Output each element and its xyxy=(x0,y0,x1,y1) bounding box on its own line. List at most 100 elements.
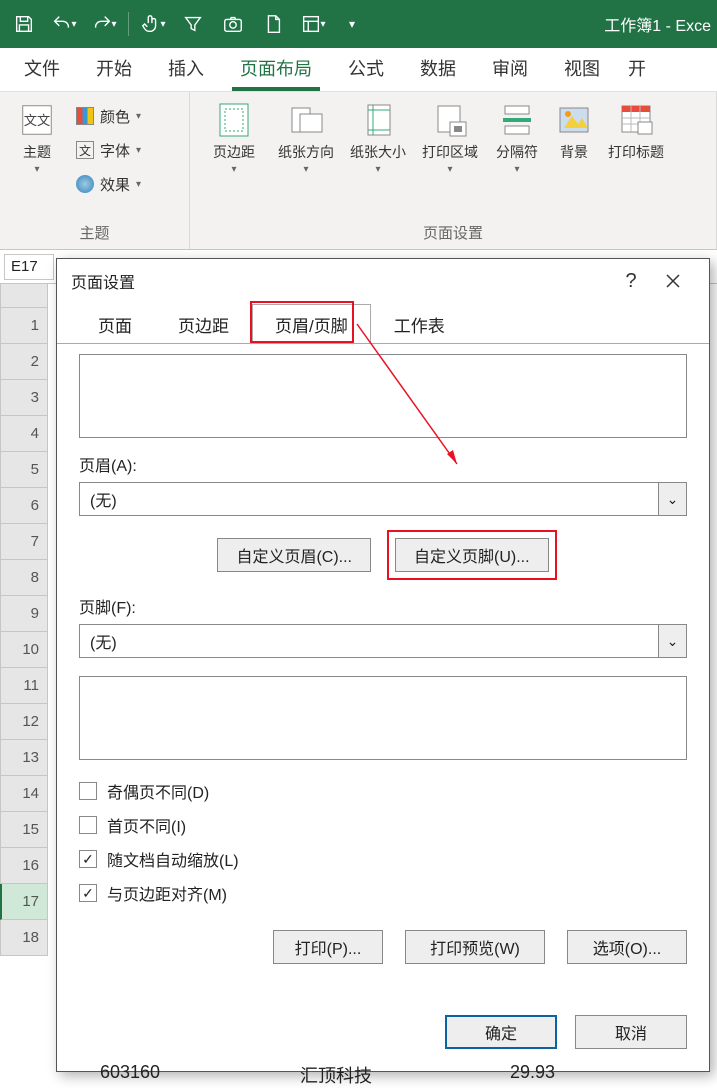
row-header[interactable]: 17 xyxy=(0,884,48,920)
checkbox-firstpage[interactable]: 首页不同(I) xyxy=(79,808,687,842)
chevron-down-icon[interactable]: ⌄ xyxy=(659,482,687,516)
cancel-button[interactable]: 取消 xyxy=(575,1015,687,1049)
ribbon-tabs: 文件 开始 插入 页面布局 公式 数据 审阅 视图 开 xyxy=(0,48,717,92)
tab-page-layout[interactable]: 页面布局 xyxy=(222,45,330,91)
row-header[interactable]: 6 xyxy=(0,488,48,524)
tab-view[interactable]: 视图 xyxy=(546,45,618,91)
margins-button[interactable]: 页边距▾ xyxy=(198,98,270,175)
checkbox-label: 与页边距对齐(M) xyxy=(107,881,227,905)
select-all-corner[interactable] xyxy=(0,284,48,308)
effects-button[interactable]: 效果 ▾ xyxy=(70,170,147,198)
row-header[interactable]: 2 xyxy=(0,344,48,380)
themes-label: 主题 xyxy=(23,142,51,162)
row-header[interactable]: 13 xyxy=(0,740,48,776)
tab-file[interactable]: 文件 xyxy=(6,45,78,91)
custom-footer-button[interactable]: 自定义页脚(U)... xyxy=(395,538,549,572)
printarea-button[interactable]: 打印区域▾ xyxy=(414,98,486,175)
new-file-icon[interactable] xyxy=(255,6,291,42)
breaks-button[interactable]: 分隔符▾ xyxy=(486,98,548,175)
effects-label: 效果 xyxy=(100,174,130,195)
save-icon[interactable] xyxy=(6,6,42,42)
print-button[interactable]: 打印(P)... xyxy=(273,930,383,964)
group-label-themes: 主题 xyxy=(0,218,189,249)
footer-preview xyxy=(79,676,687,760)
dialog-tab-header-footer[interactable]: 页眉/页脚 xyxy=(252,304,371,344)
stray-cell: 603160 xyxy=(100,1062,160,1083)
tab-formulas[interactable]: 公式 xyxy=(330,45,402,91)
dialog-tab-margins[interactable]: 页边距 xyxy=(155,304,252,344)
close-icon[interactable] xyxy=(651,261,695,301)
stray-row: 603160 汇顶科技 29.93 xyxy=(0,1062,717,1088)
colors-label: 颜色 xyxy=(100,106,130,127)
orientation-button[interactable]: 纸张方向▾ xyxy=(270,98,342,175)
titlebar: ▾ ▾ ▾ ▾ ▾ 工作簿1 - Exce xyxy=(0,0,717,48)
row-header[interactable]: 15 xyxy=(0,812,48,848)
row-header[interactable]: 1 xyxy=(0,308,48,344)
header-combo[interactable]: (无) ⌄ xyxy=(79,482,687,516)
filter-icon[interactable] xyxy=(175,6,211,42)
checkbox-align[interactable]: ✓与页边距对齐(M) xyxy=(79,876,687,910)
checkbox-icon: ✓ xyxy=(79,850,97,868)
undo-icon[interactable]: ▾ xyxy=(46,6,82,42)
dialog-tab-sheet[interactable]: 工作表 xyxy=(371,304,468,344)
row-header[interactable]: 3 xyxy=(0,380,48,416)
checkbox-icon xyxy=(79,816,97,834)
themes-button[interactable]: 文文 主题 ▾ xyxy=(8,98,66,175)
dialog-title: 页面设置 xyxy=(71,269,611,293)
row-header[interactable]: 16 xyxy=(0,848,48,884)
touch-mode-icon[interactable]: ▾ xyxy=(135,6,171,42)
ribbon: 文文 主题 ▾ 颜色 ▾ 文字体 ▾ 效果 ▾ 主题 页边距▾ 纸张方向▾ xyxy=(0,92,717,250)
row-header[interactable]: 18 xyxy=(0,920,48,956)
tab-home[interactable]: 开始 xyxy=(78,45,150,91)
row-header[interactable]: 14 xyxy=(0,776,48,812)
row-header[interactable]: 4 xyxy=(0,416,48,452)
help-icon[interactable]: ? xyxy=(611,270,651,293)
background-button[interactable]: 背景 xyxy=(548,98,600,162)
svg-text:文文: 文文 xyxy=(24,113,51,128)
tab-data[interactable]: 数据 xyxy=(402,45,474,91)
dialog-footer: 确定 取消 xyxy=(57,999,709,1071)
printtitles-icon xyxy=(616,100,656,140)
name-box[interactable]: E17 xyxy=(4,254,54,280)
printtitles-label: 打印标题 xyxy=(608,142,664,162)
stray-cell: 汇顶科技 xyxy=(300,1062,372,1088)
tab-review[interactable]: 审阅 xyxy=(474,45,546,91)
window-title: 工作簿1 - Exce xyxy=(371,12,711,36)
row-header[interactable]: 12 xyxy=(0,704,48,740)
tab-extra[interactable]: 开 xyxy=(618,45,646,91)
row-header[interactable]: 7 xyxy=(0,524,48,560)
customize-qat-icon[interactable]: ▾ xyxy=(335,6,371,42)
row-header[interactable]: 5 xyxy=(0,452,48,488)
checkbox-scale[interactable]: ✓随文档自动缩放(L) xyxy=(79,842,687,876)
custom-header-button[interactable]: 自定义页眉(C)... xyxy=(217,538,371,572)
header-combo-value: (无) xyxy=(79,482,659,516)
row-header[interactable]: 10 xyxy=(0,632,48,668)
footer-combo[interactable]: (无) ⌄ xyxy=(79,624,687,658)
tab-insert[interactable]: 插入 xyxy=(150,45,222,91)
row-header[interactable]: 11 xyxy=(0,668,48,704)
colors-button[interactable]: 颜色 ▾ xyxy=(70,102,147,130)
redo-icon[interactable]: ▾ xyxy=(86,6,122,42)
ok-button[interactable]: 确定 xyxy=(445,1015,557,1049)
orientation-label: 纸张方向 xyxy=(278,142,334,162)
ribbon-group-themes: 文文 主题 ▾ 颜色 ▾ 文字体 ▾ 效果 ▾ 主题 xyxy=(0,92,190,249)
chevron-down-icon[interactable]: ⌄ xyxy=(659,624,687,658)
row-header[interactable]: 9 xyxy=(0,596,48,632)
printtitles-button[interactable]: 打印标题 xyxy=(600,98,672,162)
checkbox-oddeven[interactable]: 奇偶页不同(D) xyxy=(79,774,687,808)
form-icon[interactable]: ▾ xyxy=(295,6,331,42)
print-preview-button[interactable]: 打印预览(W) xyxy=(405,930,545,964)
camera-icon[interactable] xyxy=(215,6,251,42)
separator xyxy=(128,12,129,36)
size-button[interactable]: 纸张大小▾ xyxy=(342,98,414,175)
size-icon xyxy=(358,100,398,140)
effects-icon xyxy=(76,175,94,193)
fonts-button[interactable]: 文字体 ▾ xyxy=(70,136,147,164)
options-button[interactable]: 选项(O)... xyxy=(567,930,687,964)
dialog-tab-page[interactable]: 页面 xyxy=(75,304,155,344)
row-header[interactable]: 8 xyxy=(0,560,48,596)
stray-cell: 29.93 xyxy=(510,1062,555,1083)
fonts-icon: 文 xyxy=(76,141,94,159)
checkbox-label: 首页不同(I) xyxy=(107,813,186,837)
size-label: 纸张大小 xyxy=(350,142,406,162)
